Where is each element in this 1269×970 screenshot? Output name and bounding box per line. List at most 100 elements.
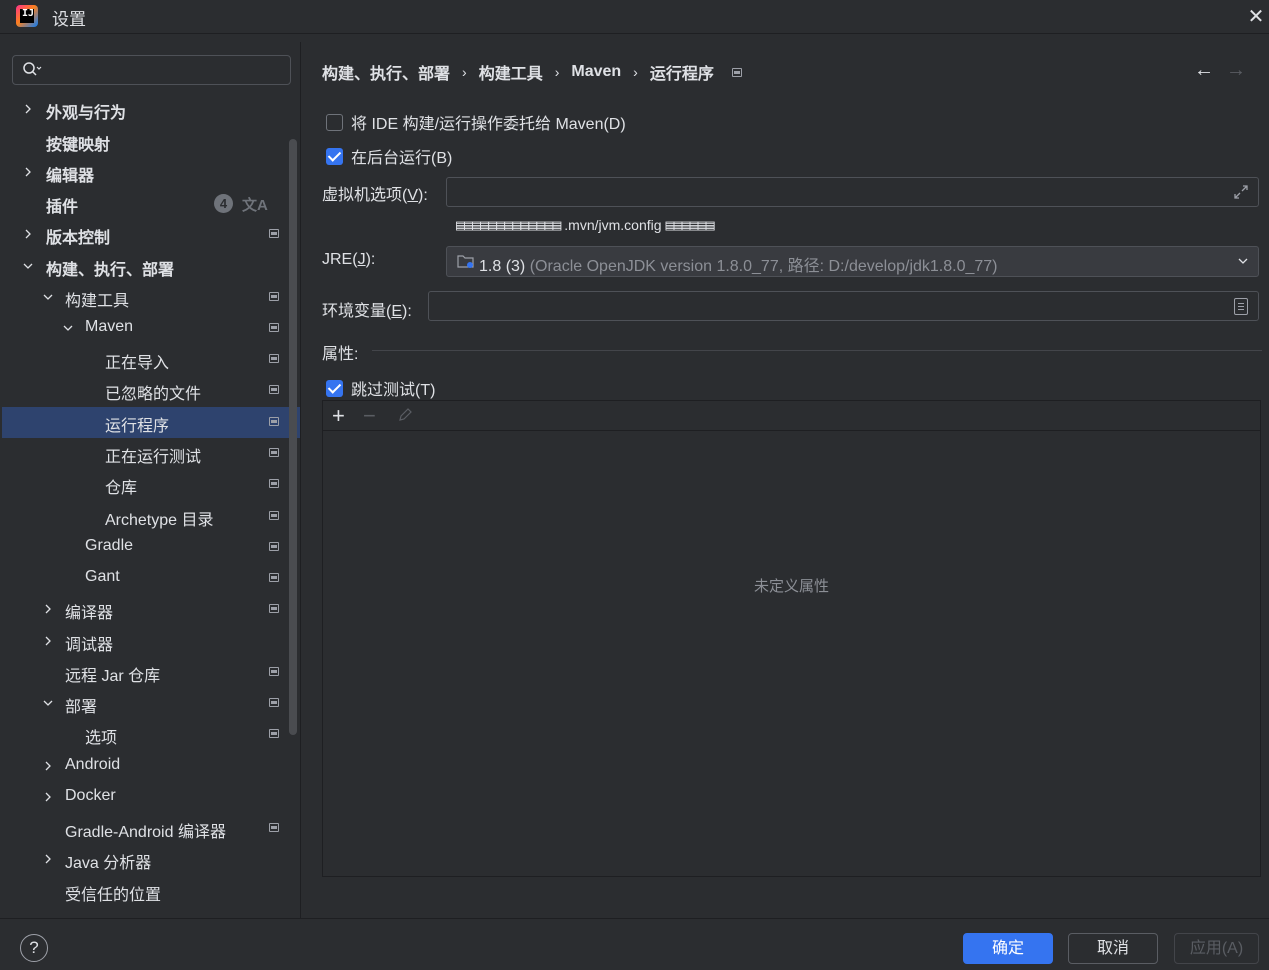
tree-item-build-exec-deploy[interactable]: 构建、执行、部署 [2, 251, 300, 282]
browse-document-icon[interactable] [1234, 298, 1248, 315]
tree-item-label: 构建、执行、部署 [46, 262, 175, 279]
tree-item-maven[interactable]: Maven [2, 313, 300, 344]
settings-content: 构建、执行、部署 › 构建工具 › Maven › 运行程序 ← → 将 IDE… [302, 42, 1269, 918]
chevron-right-icon[interactable] [22, 166, 34, 178]
run-in-background-checkbox[interactable]: 在后台运行(B) [326, 144, 452, 168]
tree-item-deployment[interactable]: 部署 [2, 688, 300, 719]
tree-item-running-tests[interactable]: 正在运行测试 [2, 438, 300, 469]
forward-arrow-icon[interactable]: → [1226, 59, 1246, 82]
chevron-right-icon[interactable] [42, 791, 54, 803]
chevron-right-icon[interactable] [42, 853, 54, 865]
project-scope-icon [269, 542, 279, 551]
chevron-down-icon[interactable] [1237, 255, 1249, 267]
tree-item-label: 编译器 [65, 605, 114, 622]
close-icon[interactable]: ✕ [1243, 4, 1269, 30]
delegate-to-maven-checkbox[interactable]: 将 IDE 构建/运行操作委托给 Maven(D) [326, 110, 626, 134]
chevron-right-icon[interactable] [22, 103, 34, 115]
chevron-right-icon[interactable] [42, 603, 54, 615]
logo-text: IJ [22, 8, 35, 19]
jre-select-value: 1.8 (3) (Oracle OpenJDK version 1.8.0_77… [479, 252, 998, 276]
tree-item-keymap[interactable]: 按键映射 [2, 126, 300, 157]
tree-item-gradle-android-compiler[interactable]: Gradle-Android 编译器 [2, 813, 300, 844]
project-scope-icon [269, 698, 279, 707]
tree-item-docker[interactable]: Docker [2, 782, 300, 813]
tree-item-importing[interactable]: 正在导入 [2, 344, 300, 375]
dialog-footer: ? 确定 取消 应用(A) [0, 918, 1269, 970]
project-scope-icon [269, 729, 279, 738]
hint-config-path: .mvn/jvm.config [564, 217, 662, 233]
tree-item-archetype-catalogs[interactable]: Archetype 目录 [2, 501, 300, 532]
chevron-down-icon[interactable] [22, 260, 34, 272]
tree-item-gradle[interactable]: Gradle [2, 532, 300, 563]
label-text: ): [418, 187, 428, 204]
chevron-right-icon[interactable] [22, 228, 34, 240]
tree-item-label: Archetype 目录 [105, 512, 214, 529]
properties-table: + − 未定义属性 [322, 400, 1261, 877]
checkbox-box[interactable] [326, 113, 343, 131]
tree-item-label: 插件 [46, 199, 79, 216]
project-scope-icon [269, 604, 279, 613]
tree-item-java-profiler[interactable]: Java 分析器 [2, 844, 300, 875]
project-scope-icon [269, 229, 279, 238]
env-vars-field[interactable] [428, 291, 1259, 321]
project-scope-icon [731, 67, 742, 77]
chevron-down-icon[interactable] [42, 697, 54, 709]
breadcrumb-item[interactable]: 构建、执行、部署 [322, 60, 450, 84]
breadcrumb-item[interactable]: 构建工具 [479, 60, 543, 84]
help-icon[interactable]: ? [20, 934, 48, 962]
tree-item-android[interactable]: Android [2, 751, 300, 782]
tree-item-build-tools[interactable]: 构建工具 [2, 282, 300, 313]
search-input[interactable] [12, 55, 291, 85]
sidebar-scrollbar[interactable] [289, 139, 297, 735]
section-divider [372, 350, 1262, 351]
back-arrow-icon[interactable]: ← [1194, 59, 1214, 82]
chevron-right-icon[interactable] [42, 635, 54, 647]
properties-toolbar: + − [323, 401, 1260, 431]
tree-item-debugger[interactable]: 调试器 [2, 626, 300, 657]
checkbox-label: 在后台运行(B) [351, 150, 453, 167]
apply-button[interactable]: 应用(A) [1174, 933, 1259, 964]
chevron-down-icon[interactable] [62, 322, 74, 334]
ok-button[interactable]: 确定 [963, 933, 1053, 964]
tree-item-trusted-locations[interactable]: 受信任的位置 [2, 876, 300, 907]
project-scope-icon [269, 667, 279, 676]
chevron-right-icon[interactable] [42, 760, 54, 772]
vm-options-field[interactable] [446, 177, 1259, 207]
mnemonic: J [357, 251, 366, 268]
tree-item-label: Java 分析器 [65, 855, 152, 872]
tree-item-editor[interactable]: 编辑器 [2, 157, 300, 188]
tree-item-appearance[interactable]: 外观与行为 [2, 94, 300, 125]
tree-item-gant[interactable]: Gant [2, 563, 300, 594]
checkbox-box[interactable] [326, 379, 343, 397]
breadcrumb-item-current: 运行程序 [649, 66, 714, 83]
settings-sidebar: 外观与行为 按键映射 编辑器 插件 4 文A 版本控制 构建、执行、部署 构建工… [0, 42, 301, 918]
tree-item-remote-jar-repos[interactable]: 远程 Jar 仓库 [2, 657, 300, 688]
mnemonic: E [391, 303, 403, 320]
breadcrumb-item[interactable]: Maven [571, 63, 621, 81]
search-icon [23, 62, 42, 76]
cancel-button[interactable]: 取消 [1068, 933, 1158, 964]
skip-tests-checkbox[interactable]: 跳过测试(T) [326, 376, 435, 400]
tree-item-vcs[interactable]: 版本控制 [2, 219, 300, 250]
checkbox-box[interactable] [326, 147, 343, 165]
tree-item-runner[interactable]: 运行程序 [2, 407, 300, 438]
chevron-down-icon[interactable] [42, 291, 54, 303]
properties-title: 属性: [322, 346, 359, 363]
jre-select[interactable]: 1.8 (3) (Oracle OpenJDK version 1.8.0_77… [446, 246, 1259, 277]
tree-item-options[interactable]: 选项 [2, 719, 300, 750]
plugin-update-badge: 4 [214, 194, 233, 213]
project-scope-icon [269, 479, 279, 488]
add-icon[interactable]: + [332, 403, 345, 429]
breadcrumb-separator: › [462, 64, 467, 80]
edit-pencil-icon[interactable] [397, 407, 413, 423]
tree-item-compiler[interactable]: 编译器 [2, 594, 300, 625]
remove-icon[interactable]: − [363, 403, 376, 429]
label-text: ): [365, 251, 376, 268]
label-text: ): [402, 303, 412, 320]
tree-item-label: 正在运行测试 [105, 449, 202, 466]
tree-item-repositories[interactable]: 仓库 [2, 469, 300, 500]
tree-item-plugins[interactable]: 插件 4 文A [2, 188, 300, 219]
expand-icon[interactable] [1232, 183, 1250, 201]
breadcrumb-separator: › [554, 64, 560, 80]
tree-item-ignored-files[interactable]: 已忽略的文件 [2, 375, 300, 406]
